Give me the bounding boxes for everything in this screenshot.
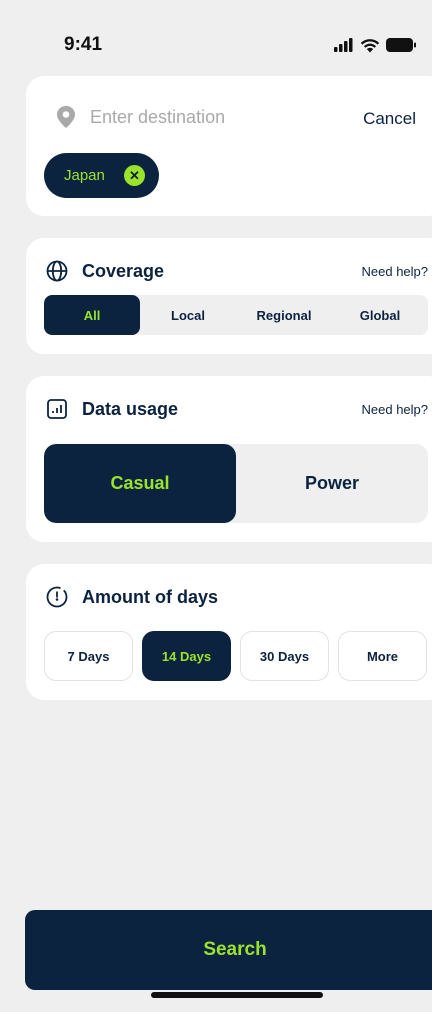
coverage-header: Coverage	[46, 260, 164, 282]
days-header: Amount of days	[46, 586, 218, 608]
search-button[interactable]: Search	[25, 910, 432, 990]
coverage-option-local[interactable]: Local	[140, 295, 236, 335]
coverage-help-link[interactable]: Need help?	[362, 264, 429, 279]
location-pin-icon	[57, 106, 75, 128]
coverage-option-regional[interactable]: Regional	[236, 295, 332, 335]
status-time: 9:41	[64, 34, 103, 55]
data-usage-title: Data usage	[82, 398, 179, 419]
days-options: 7 Days 14 Days 30 Days More	[44, 631, 427, 681]
coverage-card: Coverage Need help? All Local Regional G…	[26, 238, 432, 354]
coverage-title: Coverage	[82, 260, 165, 281]
coverage-option-global[interactable]: Global	[332, 295, 428, 335]
data-usage-help-link[interactable]: Need help?	[362, 402, 429, 417]
destination-input[interactable]	[90, 106, 310, 128]
wifi-icon	[360, 38, 380, 52]
destination-chip-label: Japan	[64, 167, 105, 184]
usage-option-casual[interactable]: Casual	[44, 444, 236, 523]
data-usage-selector: Casual Power	[44, 444, 428, 523]
status-bar: 9:41	[0, 0, 432, 80]
home-indicator	[151, 992, 323, 998]
coverage-selector: All Local Regional Global	[44, 295, 428, 335]
battery-icon	[386, 38, 416, 52]
data-chart-icon	[47, 399, 67, 419]
days-option-14[interactable]: 14 Days	[142, 631, 231, 681]
days-card: Amount of days 7 Days 14 Days 30 Days Mo…	[26, 564, 432, 700]
days-option-30[interactable]: 30 Days	[240, 631, 329, 681]
days-title: Amount of days	[82, 586, 219, 607]
destination-card: Cancel Japan ✕	[26, 76, 432, 216]
destination-row	[56, 106, 310, 128]
cancel-button[interactable]: Cancel	[363, 109, 416, 129]
cellular-signal-icon	[334, 38, 353, 52]
coverage-option-all[interactable]: All	[44, 295, 140, 335]
days-option-more[interactable]: More	[338, 631, 427, 681]
destination-chip[interactable]: Japan ✕	[44, 153, 159, 198]
timer-icon	[46, 586, 68, 608]
status-icons	[334, 36, 416, 54]
remove-chip-icon[interactable]: ✕	[124, 165, 145, 186]
usage-option-power[interactable]: Power	[236, 444, 428, 523]
days-option-7[interactable]: 7 Days	[44, 631, 133, 681]
globe-icon	[46, 260, 68, 282]
data-usage-header: Data usage	[46, 398, 178, 420]
data-usage-card: Data usage Need help? Casual Power	[26, 376, 432, 542]
